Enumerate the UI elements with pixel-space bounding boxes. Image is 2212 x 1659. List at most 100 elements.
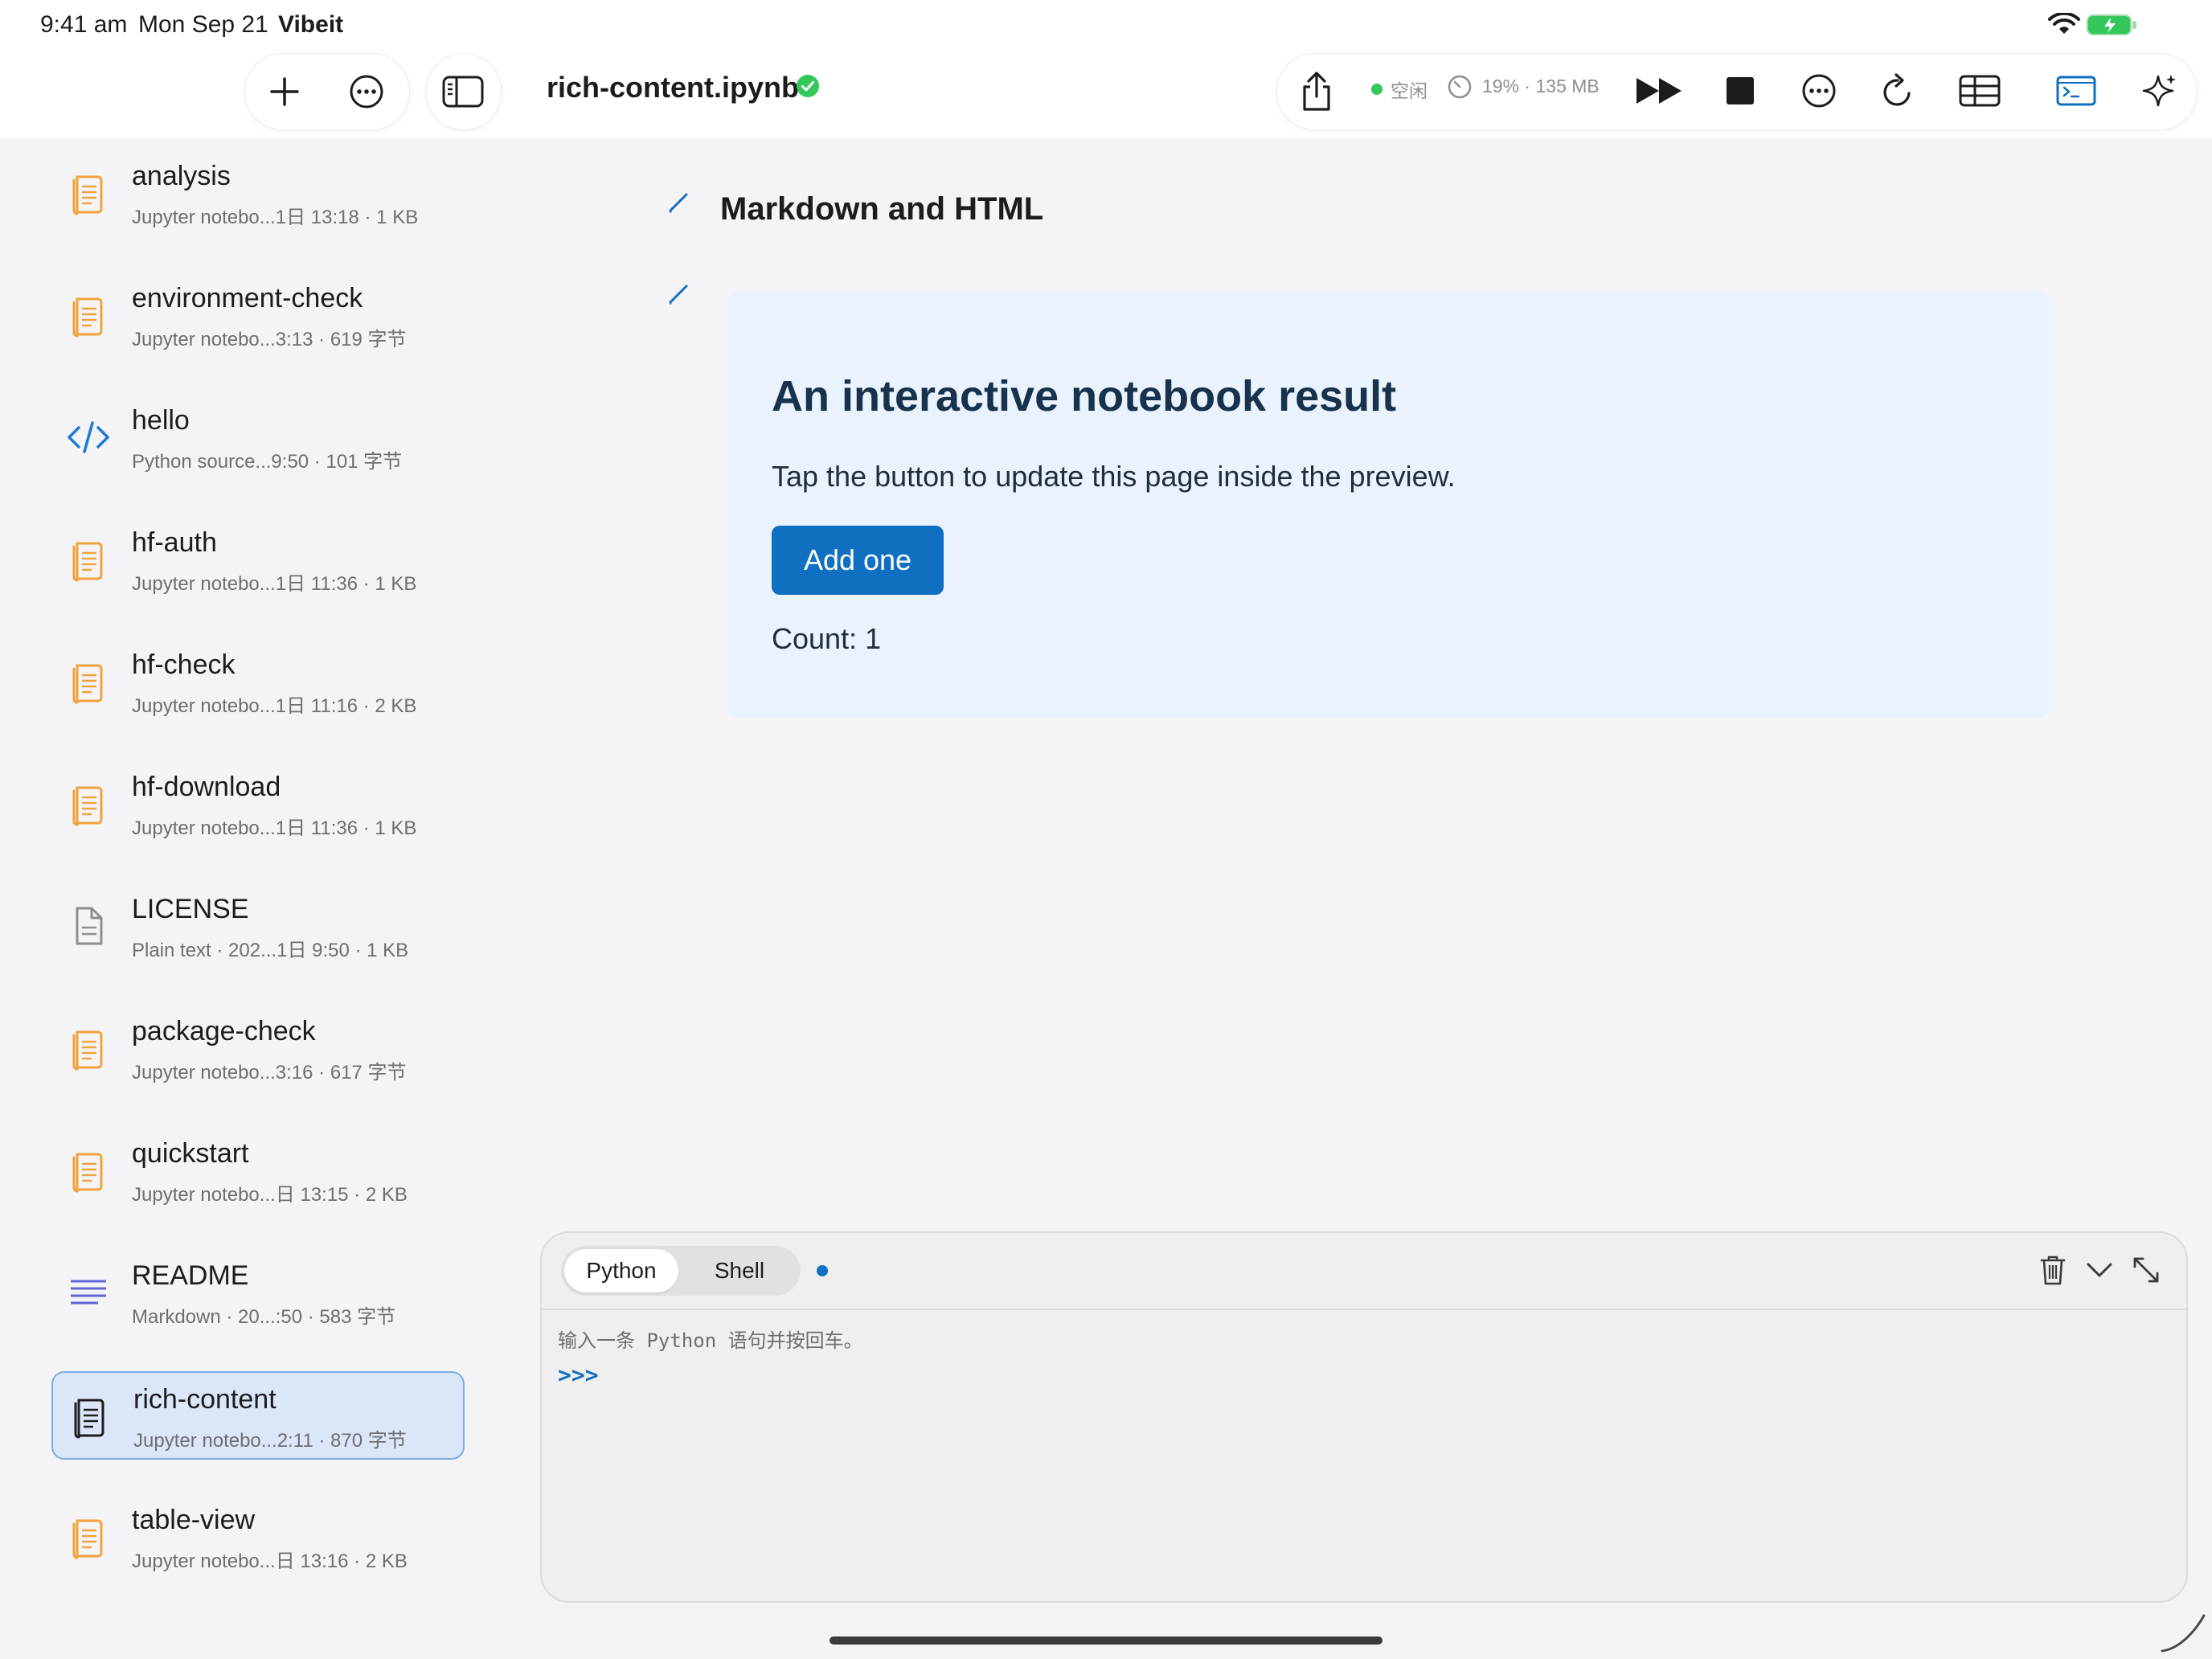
terminal-button[interactable] — [2048, 63, 2104, 119]
trash-icon — [2040, 1256, 2066, 1285]
file-list-item[interactable]: hf-download Jupyter notebo...1日 11:36 · 1… — [51, 760, 461, 846]
file-meta: Plain text · 202...1日 9:50 · 1 KB — [132, 940, 409, 961]
new-file-button[interactable] — [256, 63, 313, 120]
markdown-heading-cell: Markdown and HTML — [720, 191, 1044, 227]
file-list-item[interactable]: table-view Jupyter notebo...日 13:16 · 2 K… — [51, 1493, 461, 1579]
notebook-icon — [66, 293, 111, 338]
notebook-icon — [66, 1026, 111, 1071]
tab-shell[interactable]: Shell — [682, 1249, 797, 1292]
console-status-dot — [817, 1265, 828, 1276]
text-document-icon — [66, 903, 111, 948]
restart-kernel-button[interactable] — [1870, 63, 1926, 119]
pencil-icon[interactable] — [667, 283, 690, 305]
wifi-icon — [2048, 13, 2080, 34]
document-title: rich-content.ipynb — [547, 71, 799, 104]
console-hint: 输入一条 Python 语句并按回车。 — [558, 1329, 863, 1352]
file-name: LICENSE — [132, 894, 249, 924]
file-list-item[interactable]: hf-auth Jupyter notebo...1日 11:36 · 1 KB — [51, 516, 461, 601]
count-label: Count: 1 — [772, 622, 882, 655]
file-sidebar: analysis Jupyter notebo...1日 13:18 · 1 KB… — [0, 138, 514, 1659]
file-name: quickstart — [132, 1138, 249, 1169]
file-list-item[interactable]: hf-check Jupyter notebo...1日 11:16 · 2 KB — [51, 638, 461, 723]
restart-icon — [1883, 73, 1911, 106]
kernel-state-label: 空闲 — [1391, 80, 1428, 101]
notebook-icon — [66, 781, 111, 826]
file-name: package-check — [132, 1016, 316, 1047]
file-meta: Jupyter notebo...日 13:15 · 2 KB — [132, 1184, 408, 1206]
expand-console-button[interactable] — [2124, 1247, 2169, 1292]
text-document-icon-graphic — [76, 907, 103, 945]
kernel-more-button[interactable] — [1791, 63, 1847, 119]
clear-console-button[interactable] — [2030, 1247, 2075, 1292]
gauge-icon — [1448, 75, 1472, 99]
ai-assistant-button[interactable] — [2132, 63, 2188, 119]
status-date: Mon Sep 21 — [138, 11, 268, 38]
file-list-item[interactable]: README Markdown · 20...:50 · 583 字节 — [51, 1249, 461, 1334]
html-output-cell: An interactive notebook result Tap the b… — [727, 291, 2051, 719]
notebook-icon — [66, 537, 111, 582]
file-name: hf-auth — [132, 527, 217, 558]
console-panel: Python Shell 输入一条 Python 语句并按回车。 >>> — [540, 1231, 2188, 1603]
toolbar: rich-content.ipynb 空闲 19% · 135 MB — [0, 45, 2212, 138]
run-all-button[interactable] — [1632, 63, 1688, 119]
sidebar-toggle-hit[interactable] — [435, 63, 491, 120]
table-view-button[interactable] — [1952, 63, 2008, 119]
file-meta: Jupyter notebo...1日 13:18 · 1 KB — [132, 207, 419, 228]
stop-icon — [1727, 77, 1754, 104]
file-list-item[interactable]: hello Python source...9:50 · 101 字节 — [51, 394, 461, 479]
notebook-icon — [68, 1394, 113, 1439]
file-meta: Jupyter notebo...日 13:16 · 2 KB — [132, 1550, 408, 1572]
chevron-down-icon — [2087, 1263, 2112, 1277]
saved-check-icon — [797, 75, 819, 97]
sparkles-icon — [2142, 75, 2176, 107]
notebook-icon-graphic — [72, 1519, 103, 1559]
file-name: environment-check — [132, 283, 363, 313]
markdown-lines-icon-graphic — [71, 1280, 106, 1305]
resize-corner-icon — [2161, 1614, 2206, 1653]
console-prompt[interactable]: >>> — [558, 1362, 599, 1388]
expand-icon — [2133, 1257, 2159, 1283]
notebook-icon-graphic — [72, 297, 103, 338]
file-meta: Jupyter notebo...3:16 · 617 字节 — [132, 1062, 407, 1083]
file-list-item[interactable]: analysis Jupyter notebo...1日 13:18 · 1 KB — [51, 150, 461, 235]
markdown-lines-icon — [66, 1270, 111, 1315]
file-meta: Markdown · 20...:50 · 583 字节 — [132, 1306, 396, 1328]
console-header: Python Shell — [542, 1233, 2186, 1310]
file-list-item[interactable]: LICENSE Plain text · 202...1日 9:50 · 1 KB — [51, 883, 461, 968]
run-all-icon — [1636, 78, 1682, 104]
file-list-item[interactable]: quickstart Jupyter notebo...日 13:15 · 2 K… — [51, 1127, 461, 1212]
status-time: 9:41 am — [40, 11, 128, 38]
sidebar-icon — [442, 76, 484, 108]
file-name: analysis — [132, 161, 231, 191]
pencil-icon[interactable] — [667, 191, 690, 214]
notebook-icon-graphic — [72, 175, 103, 215]
file-name: hf-check — [132, 649, 236, 680]
tab-python[interactable]: Python — [564, 1249, 678, 1292]
notebook-icon-graphic — [74, 1399, 104, 1439]
html-output-title: An interactive notebook result — [772, 372, 1397, 420]
notebook-icon — [66, 659, 111, 704]
battery-icon — [2087, 14, 2136, 35]
notebook-icon — [66, 1148, 111, 1193]
code-icon-graphic — [68, 421, 109, 453]
file-name: rich-content — [133, 1384, 276, 1415]
status-app-name: Vibeit — [278, 11, 344, 38]
home-indicator[interactable] — [830, 1636, 1382, 1645]
resource-usage: 19% · 135 MB — [1482, 76, 1600, 97]
file-meta: Python source...9:50 · 101 字节 — [132, 451, 403, 473]
share-button[interactable] — [1288, 63, 1345, 120]
add-one-button[interactable]: Add one — [772, 526, 944, 595]
collapse-console-button[interactable] — [2077, 1247, 2122, 1292]
more-options-button[interactable] — [338, 63, 395, 120]
kernel-status-dot — [1371, 84, 1382, 95]
file-list-item[interactable]: environment-check Jupyter notebo...3:13 ·… — [51, 272, 461, 357]
toolbar-left-group — [244, 53, 410, 130]
file-list-item[interactable]: package-check Jupyter notebo...3:16 · 617… — [51, 1005, 461, 1090]
html-output-description: Tap the button to update this page insid… — [772, 460, 1456, 493]
terminal-icon — [2056, 76, 2096, 106]
stop-button[interactable] — [1712, 63, 1768, 119]
file-list-item[interactable]: rich-content Jupyter notebo...2:11 · 870 … — [51, 1371, 465, 1460]
notebook-icon-graphic — [72, 664, 103, 704]
toggle-sidebar-button[interactable] — [426, 53, 502, 130]
console-mode-segmented-control: Python Shell — [561, 1246, 801, 1296]
